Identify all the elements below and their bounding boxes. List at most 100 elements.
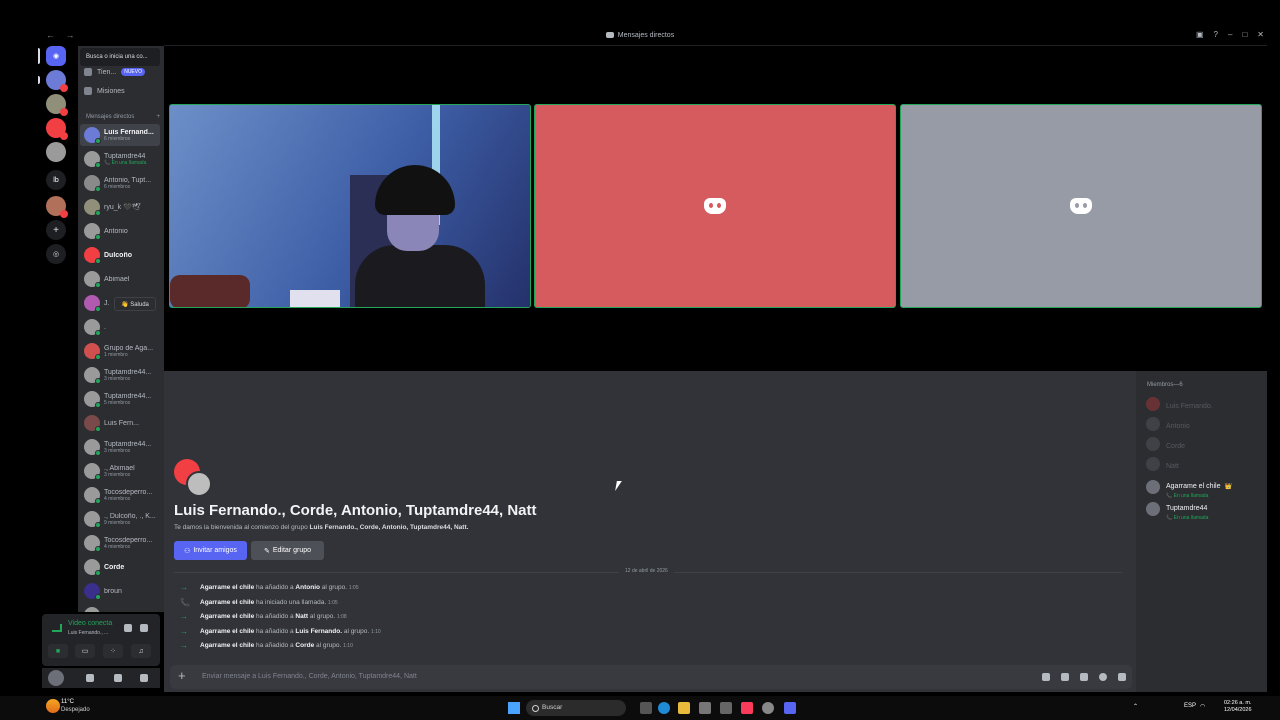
close-button[interactable]: ✕ bbox=[1257, 30, 1264, 39]
search-input[interactable]: Busca o inicia una co... bbox=[80, 48, 160, 66]
gift-icon[interactable] bbox=[1042, 673, 1050, 681]
emoji-icon[interactable] bbox=[1099, 673, 1107, 681]
video-tile-avatar[interactable] bbox=[534, 104, 896, 308]
dm-item[interactable]: ryu_k 🖤🕊 bbox=[80, 196, 160, 218]
store-icon[interactable] bbox=[699, 702, 711, 714]
language-indicator[interactable]: ESP bbox=[1184, 703, 1196, 709]
dm-item[interactable]: . bbox=[80, 316, 160, 338]
wave-button[interactable]: 👋 Saluda bbox=[114, 297, 156, 311]
gear-icon[interactable] bbox=[140, 674, 148, 682]
member-item[interactable]: Corde bbox=[1146, 435, 1185, 453]
taskview-icon[interactable] bbox=[640, 702, 652, 714]
gif-icon[interactable] bbox=[1061, 673, 1069, 681]
avatar[interactable] bbox=[48, 670, 64, 686]
help-icon[interactable]: ? bbox=[1214, 30, 1218, 39]
dm-item[interactable]: Antonio bbox=[80, 220, 160, 242]
dm-item[interactable]: Antonio, Tupt... 6 miembros bbox=[80, 172, 160, 194]
dm-item[interactable]: Luis Fernand... 6 miembros bbox=[80, 124, 160, 146]
headphones-icon[interactable] bbox=[114, 674, 122, 682]
edit-group-button[interactable]: ✎ Editar grupo bbox=[251, 541, 324, 560]
disconnect-icon[interactable] bbox=[140, 624, 148, 632]
edge-icon[interactable] bbox=[658, 702, 670, 714]
dm-avatar[interactable] bbox=[46, 70, 68, 92]
notification-badge bbox=[60, 132, 68, 140]
message-actor[interactable]: Agarrame el chile bbox=[200, 628, 254, 635]
dm-item[interactable]: Abimael bbox=[80, 268, 160, 290]
discord-taskbar-icon[interactable] bbox=[784, 702, 796, 714]
dm-item[interactable]: Corde, Mis nu... bbox=[80, 604, 160, 612]
message-target[interactable]: Natt bbox=[295, 613, 308, 620]
chrome-icon[interactable] bbox=[762, 702, 774, 714]
dm-item[interactable]: Corde bbox=[80, 556, 160, 578]
server-icon[interactable] bbox=[46, 196, 68, 218]
apps-icon[interactable] bbox=[1118, 673, 1126, 681]
server-icon[interactable] bbox=[46, 142, 66, 162]
message-target[interactable]: Antonio bbox=[295, 584, 320, 591]
member-name: Natt bbox=[1166, 463, 1179, 470]
weather-icon[interactable] bbox=[46, 699, 60, 713]
attach-button[interactable]: + bbox=[178, 669, 186, 683]
sticker-icon[interactable] bbox=[1080, 673, 1088, 681]
video-tile-camera[interactable] bbox=[169, 104, 531, 308]
voice-channel[interactable]: Luis Fernando., ... bbox=[68, 630, 108, 636]
nav-shop[interactable]: Tien... NUEVO bbox=[84, 68, 145, 76]
nav-missions[interactable]: Misiones bbox=[84, 87, 125, 95]
message-tail: al grupo. bbox=[343, 627, 370, 635]
soundboard-button[interactable]: ♫ bbox=[131, 644, 151, 658]
message-actor[interactable]: Agarrame el chile bbox=[200, 584, 254, 591]
message-actor[interactable]: Agarrame el chile bbox=[200, 613, 254, 620]
mic-icon[interactable] bbox=[86, 674, 94, 682]
discord-icon: ◉ bbox=[52, 53, 60, 60]
dm-text: Corde bbox=[104, 564, 160, 571]
message-actor[interactable]: Agarrame el chile bbox=[200, 599, 254, 606]
member-item[interactable]: Antonio bbox=[1146, 415, 1190, 433]
dm-item[interactable]: ., Dulcoño, ., K... 9 miembros bbox=[80, 508, 160, 530]
camera-button[interactable]: ■ bbox=[48, 644, 68, 658]
maximize-button[interactable]: □ bbox=[1242, 30, 1247, 39]
start-button[interactable] bbox=[508, 702, 520, 714]
activities-button[interactable]: ⁘ bbox=[103, 644, 123, 658]
member-item[interactable]: Luis Fernando. bbox=[1146, 395, 1213, 413]
taskbar-search[interactable]: Buscar bbox=[526, 700, 626, 716]
dm-item[interactable]: Tuptamdre44 📞 En una llamada bbox=[80, 148, 160, 170]
screenshare-button[interactable]: ▭ bbox=[75, 644, 95, 658]
dm-item[interactable]: broun bbox=[80, 580, 160, 602]
nav-label: Misiones bbox=[97, 87, 125, 95]
video-tile-avatar[interactable] bbox=[900, 104, 1262, 308]
dm-item[interactable]: ., Abimael 3 miembros bbox=[80, 460, 160, 482]
member-item[interactable]: Agarrame el chile 👑 📞 En una llamada bbox=[1146, 475, 1232, 499]
message-input[interactable]: Enviar mensaje a Luis Fernando., Corde, … bbox=[202, 673, 417, 680]
dm-item[interactable]: Tuptamdre44... 5 miembros bbox=[80, 388, 160, 410]
dm-item[interactable]: Grupo de Aga... 1 miembro bbox=[80, 340, 160, 362]
home-button[interactable]: ◉ bbox=[46, 46, 66, 66]
server-icon[interactable]: lb bbox=[46, 170, 66, 190]
noise-icon[interactable] bbox=[124, 624, 132, 632]
music-icon[interactable] bbox=[741, 702, 753, 714]
tray-chevron-icon[interactable]: ⌃ bbox=[1133, 703, 1138, 710]
dm-avatar[interactable] bbox=[46, 118, 68, 140]
explorer-icon[interactable] bbox=[678, 702, 690, 714]
message-target[interactable]: Luis Fernando. bbox=[295, 628, 342, 635]
dm-item[interactable]: Tuptamdre44... 3 miembros bbox=[80, 436, 160, 458]
discover-icon[interactable]: ◎ bbox=[46, 244, 66, 264]
inbox-icon[interactable]: ▣ bbox=[1196, 30, 1204, 39]
message-actor[interactable]: Agarrame el chile bbox=[200, 642, 254, 649]
message-target[interactable]: Corde bbox=[295, 642, 314, 649]
add-server-button[interactable]: + bbox=[46, 220, 66, 240]
minimize-button[interactable]: – bbox=[1228, 30, 1232, 39]
dm-avatar[interactable] bbox=[46, 94, 68, 116]
message-composer[interactable]: + Enviar mensaje a Luis Fernando., Corde… bbox=[170, 665, 1132, 689]
wifi-icon[interactable]: ◠ bbox=[1200, 703, 1205, 710]
dm-item[interactable]: Dulcoño bbox=[80, 244, 160, 266]
invite-friends-button[interactable]: ⚇ Invitar amigos bbox=[174, 541, 247, 560]
clock[interactable]: 02:26 a. m. 12/04/2026 bbox=[1224, 700, 1252, 714]
dm-item[interactable]: Luis Fern... bbox=[80, 412, 160, 434]
member-item[interactable]: Natt bbox=[1146, 455, 1179, 473]
app-icon[interactable] bbox=[720, 702, 732, 714]
dm-item[interactable]: Tocosdeperro... 4 miembros bbox=[80, 532, 160, 554]
dm-item[interactable]: Tocosdeperro... 4 miembros bbox=[80, 484, 160, 506]
person-body bbox=[355, 245, 485, 307]
member-item[interactable]: Tuptamdre44 📞 En una llamada bbox=[1146, 497, 1208, 521]
dm-item[interactable]: Tuptamdre44... 3 miembros bbox=[80, 364, 160, 386]
add-dm-button[interactable]: + bbox=[156, 114, 160, 120]
